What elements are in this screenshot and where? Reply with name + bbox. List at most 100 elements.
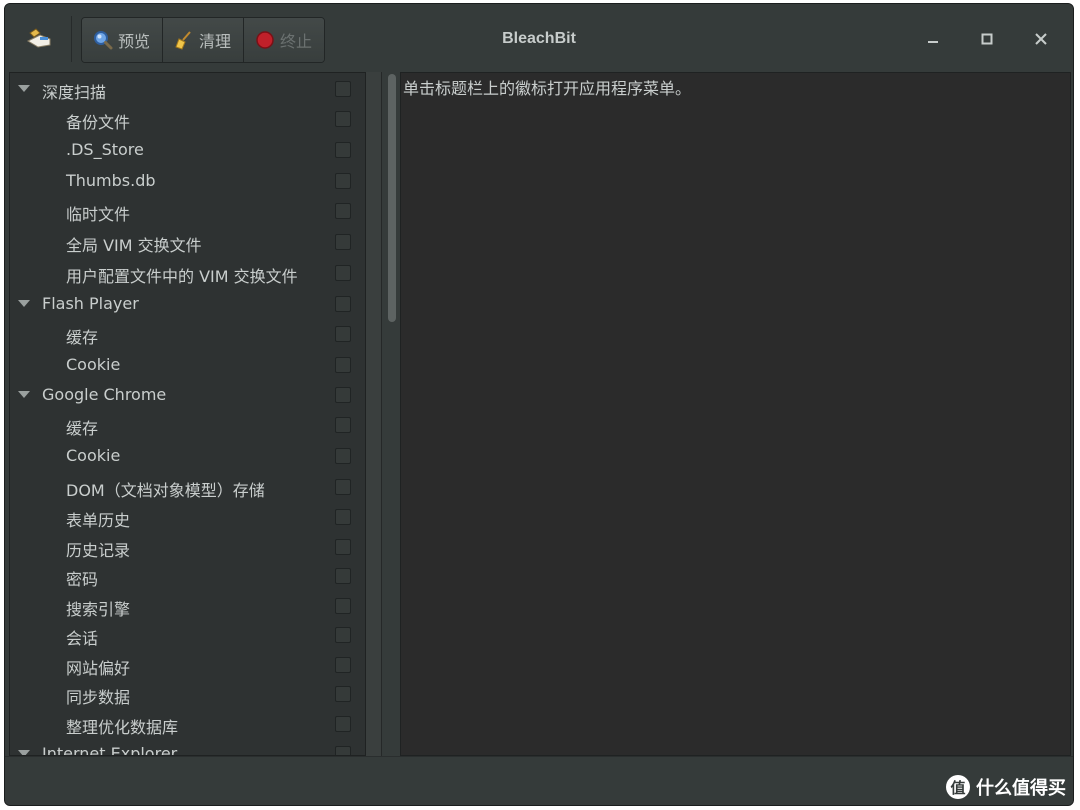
maximize-button[interactable] [973, 26, 1001, 54]
tree-row[interactable]: 临时文件 [10, 197, 365, 227]
tree-row-flash-player[interactable]: Flash Player [10, 290, 365, 320]
clean-button[interactable]: 清理 [163, 18, 245, 62]
tree-checkbox[interactable] [335, 142, 351, 158]
tree-checkbox[interactable] [335, 539, 351, 555]
output-pane: 单击标题栏上的徽标打开应用程序菜单。 [400, 72, 1071, 756]
tree-row-deep-scan[interactable]: 深度扫描 [10, 75, 365, 105]
tree-checkbox[interactable] [335, 417, 351, 433]
toolbar-separator [71, 16, 72, 62]
tree-checkbox[interactable] [335, 657, 351, 673]
tree-checkbox[interactable] [335, 509, 351, 525]
tree-label: Thumbs.db [66, 171, 156, 190]
preview-label: 预览 [118, 32, 151, 51]
title-bar[interactable]: 预览 清理 终止 BleachBit [5, 4, 1073, 72]
tree-label: 备份文件 [66, 113, 131, 132]
tree-label: 搜索引擎 [66, 600, 131, 619]
tree-row[interactable]: Thumbs.db [10, 167, 365, 197]
tree-label: 同步数据 [66, 688, 131, 707]
bleachbit-window: 预览 清理 终止 BleachBit 深度扫描 备份文件 .DS_Store T… [4, 3, 1074, 806]
tree-label: 网站偏好 [66, 659, 131, 678]
tree-row[interactable]: 缓存 [10, 320, 365, 350]
tree-row[interactable]: 会话 [10, 621, 365, 651]
tree-checkbox[interactable] [335, 746, 351, 755]
expander-icon[interactable] [18, 300, 30, 307]
tree-label: Cookie [66, 355, 121, 374]
expander-icon[interactable] [18, 391, 30, 398]
tree-checkbox[interactable] [335, 357, 351, 373]
expander-icon[interactable] [18, 85, 30, 92]
tree-row[interactable]: 表单历史 [10, 503, 365, 533]
tree-row[interactable]: 网站偏好 [10, 651, 365, 681]
tree-label: 用户配置文件中的 VIM 交换文件 [66, 267, 298, 286]
tree-row[interactable]: 密码 [10, 562, 365, 592]
bleachbit-app-icon [26, 27, 52, 53]
tree-row[interactable]: 全局 VIM 交换文件 [10, 228, 365, 258]
watermark-logo-icon: 值 [946, 775, 970, 799]
tree-label: DOM（文档对象模型）存储 [66, 481, 265, 500]
tree-label: 表单历史 [66, 511, 131, 530]
tree-label: Google Chrome [42, 385, 167, 404]
close-button[interactable] [1027, 26, 1055, 54]
tree-label: 缓存 [66, 328, 99, 347]
app-menu-button[interactable] [21, 24, 57, 56]
tree-label: .DS_Store [66, 140, 144, 159]
tree-label: 整理优化数据库 [66, 718, 179, 737]
tree-row[interactable]: 历史记录 [10, 533, 365, 563]
tree-row[interactable]: 同步数据 [10, 680, 365, 710]
tree-row[interactable]: 缓存 [10, 411, 365, 441]
tree-checkbox[interactable] [335, 627, 351, 643]
tree-checkbox[interactable] [335, 716, 351, 732]
tree-checkbox[interactable] [335, 326, 351, 342]
tree-row[interactable]: .DS_Store [10, 136, 365, 166]
site-watermark: 值 什么值得买 [946, 772, 1066, 802]
tree-row[interactable]: Cookie [10, 442, 365, 472]
tree-checkbox[interactable] [335, 111, 351, 127]
tree-label: 临时文件 [66, 205, 131, 224]
tree-checkbox[interactable] [335, 448, 351, 464]
tree-row[interactable]: DOM（文档对象模型）存储 [10, 473, 365, 503]
tree-checkbox[interactable] [335, 234, 351, 250]
watermark-text: 什么值得买 [976, 778, 1066, 799]
tree-checkbox[interactable] [335, 265, 351, 281]
stop-icon [254, 29, 276, 51]
cleaner-tree: 深度扫描 备份文件 .DS_Store Thumbs.db 临时文件 全局 VI… [9, 72, 366, 756]
tree-label: 历史记录 [66, 541, 131, 560]
tree-checkbox[interactable] [335, 387, 351, 403]
tree-checkbox[interactable] [335, 203, 351, 219]
tree-row[interactable]: 用户配置文件中的 VIM 交换文件 [10, 259, 365, 289]
tree-checkbox[interactable] [335, 296, 351, 312]
tree-label: Internet Explorer [42, 744, 178, 756]
tree-label: Flash Player [42, 294, 139, 313]
tree-row[interactable]: 备份文件 [10, 105, 365, 135]
tree-checkbox[interactable] [335, 173, 351, 189]
tree-row-google-chrome[interactable]: Google Chrome [10, 381, 365, 411]
tree-checkbox[interactable] [335, 479, 351, 495]
tree-checkbox[interactable] [335, 568, 351, 584]
info-message: 单击标题栏上的徽标打开应用程序菜单。 [403, 79, 692, 98]
tree-checkbox[interactable] [335, 686, 351, 702]
tree-row[interactable]: 搜索引擎 [10, 592, 365, 622]
stop-label: 终止 [280, 32, 313, 51]
tree-label: 深度扫描 [42, 83, 107, 102]
tree-row[interactable]: 整理优化数据库 [10, 710, 365, 740]
tree-scroll-track[interactable] [366, 72, 382, 756]
action-toolbar: 预览 清理 终止 [81, 17, 326, 63]
scrollbar-thumb[interactable] [388, 74, 396, 322]
magnifier-icon [92, 29, 114, 51]
tree-label: 全局 VIM 交换文件 [66, 236, 202, 255]
tree-row-internet-explorer[interactable]: Internet Explorer [10, 740, 365, 756]
tree-label: 密码 [66, 570, 99, 589]
tree-row[interactable]: Cookie [10, 351, 365, 381]
stop-button[interactable]: 终止 [244, 18, 325, 62]
tree-label: Cookie [66, 446, 121, 465]
tree-label: 缓存 [66, 419, 99, 438]
close-icon [1034, 31, 1048, 50]
status-bar [5, 756, 1073, 805]
tree-label: 会话 [66, 629, 99, 648]
tree-checkbox[interactable] [335, 81, 351, 97]
tree-checkbox[interactable] [335, 598, 351, 614]
preview-button[interactable]: 预览 [82, 18, 164, 62]
clean-label: 清理 [199, 32, 232, 51]
maximize-icon [980, 31, 994, 50]
minimize-button[interactable] [919, 26, 947, 54]
